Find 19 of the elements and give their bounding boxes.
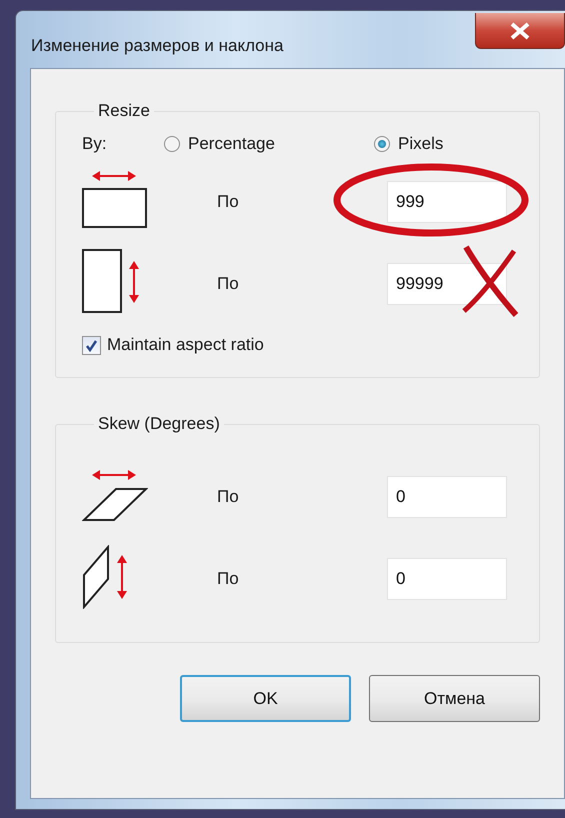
value-field[interactable]: 0: [387, 476, 507, 518]
row-label: По: [217, 274, 240, 294]
row-label: По: [217, 487, 240, 507]
unit-radio[interactable]: Percentage: [164, 134, 374, 154]
group-title: Skew (Degrees): [97, 414, 221, 434]
close-icon: [509, 22, 531, 40]
aspect-checkbox[interactable]: Maintain aspect ratio: [82, 325, 539, 365]
row-label: По: [217, 569, 240, 589]
value-field[interactable]: 0: [387, 558, 507, 600]
dialog-button[interactable]: Отмена: [369, 675, 540, 722]
unit-radio[interactable]: Pixels: [374, 134, 444, 154]
close-button[interactable]: [475, 13, 565, 49]
checkmark-icon: [85, 338, 98, 352]
window-title: Изменение размеров и наклона: [31, 36, 284, 56]
dialog-button[interactable]: OK: [180, 675, 351, 722]
value-field[interactable]: 999: [387, 181, 507, 223]
group-title: Resize: [97, 101, 151, 121]
by-label: By:: [82, 134, 108, 154]
row-label: По: [217, 192, 240, 212]
